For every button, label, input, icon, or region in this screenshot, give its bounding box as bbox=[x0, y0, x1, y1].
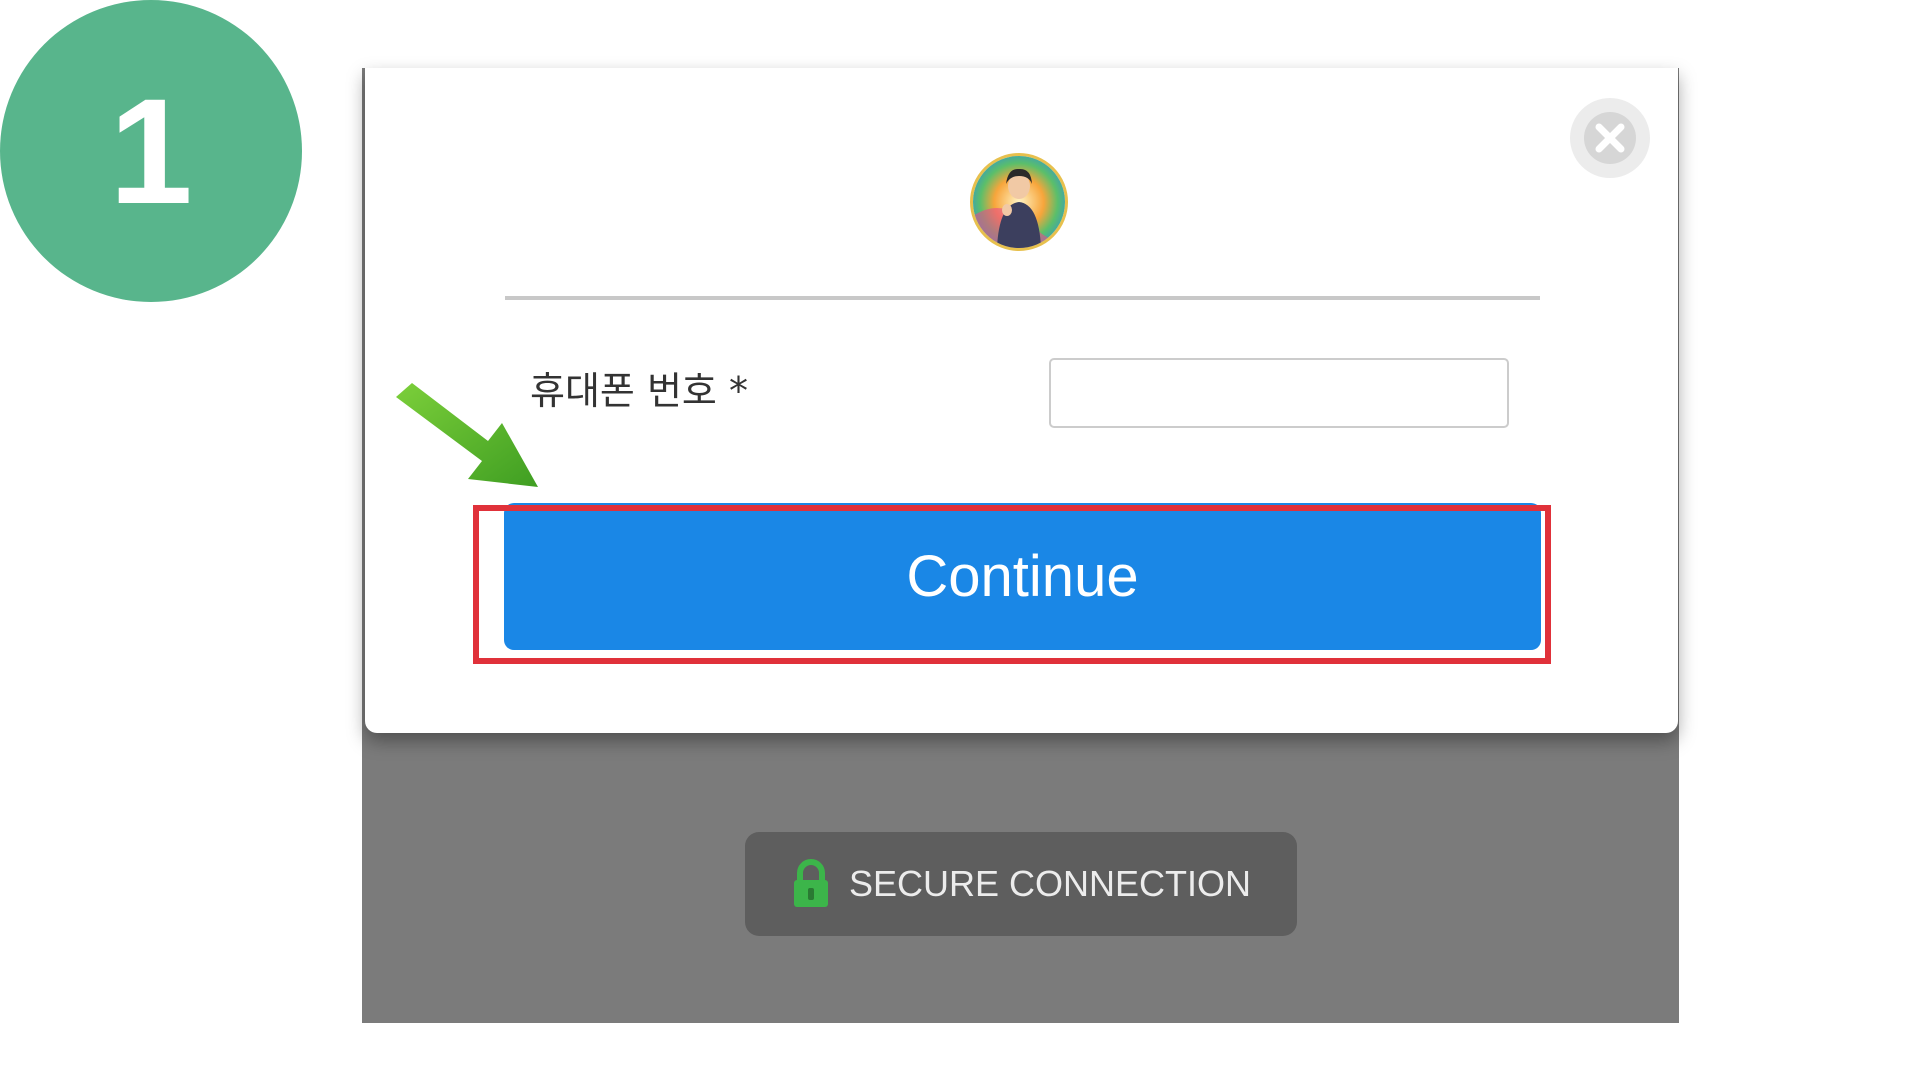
step-number: 1 bbox=[109, 67, 193, 235]
lock-icon bbox=[793, 859, 828, 907]
secure-connection-badge: SECURE CONNECTION bbox=[745, 832, 1297, 936]
secure-connection-label: SECURE CONNECTION bbox=[848, 863, 1252, 904]
step-number-badge: 1 bbox=[0, 0, 302, 302]
phone-number-input[interactable] bbox=[1049, 358, 1509, 428]
phone-number-label: 휴대폰 번호 * bbox=[530, 369, 748, 413]
avatar bbox=[970, 153, 1068, 251]
close-button[interactable] bbox=[1570, 98, 1650, 178]
arrow-icon bbox=[396, 383, 538, 487]
header-divider bbox=[505, 296, 1540, 300]
tutorial-canvas: 1 휴대폰 번호 * Continue SECURE CONNECTION bbox=[0, 0, 1920, 1080]
continue-highlight-box bbox=[473, 505, 1551, 664]
close-icon bbox=[1584, 112, 1636, 164]
